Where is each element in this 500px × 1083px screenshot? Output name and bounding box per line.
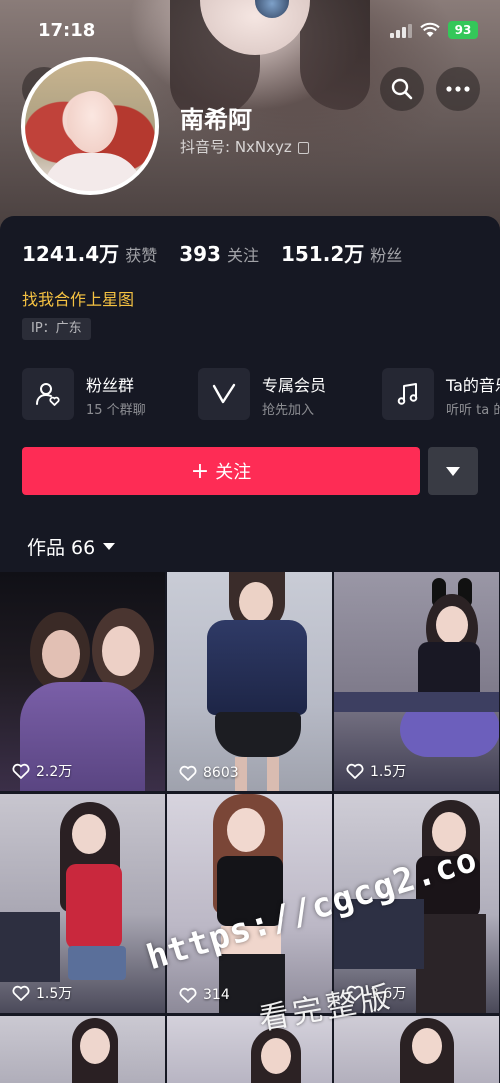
stat-likes-label: 获赞 xyxy=(125,246,158,265)
video-likes-count: 314 xyxy=(203,987,230,1003)
video-thumbnail[interactable]: 1.5万 xyxy=(334,572,499,791)
video-likes: 1.5万 xyxy=(12,983,72,1003)
heart-icon xyxy=(12,763,30,779)
video-likes: 8603 xyxy=(179,765,239,781)
stat-followers[interactable]: 151.2万 粉丝 xyxy=(281,238,402,267)
feature-music-title: Ta的音乐 xyxy=(446,376,500,395)
music-note-icon xyxy=(382,368,434,420)
stat-likes-value: 1241.4万 xyxy=(22,242,120,266)
avatar[interactable] xyxy=(21,57,159,195)
avatar-body xyxy=(43,153,143,191)
search-icon xyxy=(391,78,413,100)
douyin-id[interactable]: 抖音号: NxNxyz xyxy=(180,136,309,157)
stat-following-value: 393 xyxy=(179,242,221,266)
tab-works[interactable]: 作品 66 xyxy=(27,533,116,560)
profile-stats: 1241.4万 获赞 393 关注 151.2万 粉丝 xyxy=(22,238,424,267)
video-likes-count: 1.5万 xyxy=(36,986,73,1002)
heart-icon xyxy=(179,765,197,781)
heart-icon xyxy=(12,985,30,1001)
wifi-icon xyxy=(420,22,440,37)
video-thumbnail[interactable]: 1.5万 xyxy=(0,794,165,1013)
video-likes: 314 xyxy=(179,987,230,1003)
video-likes: 1.5万 xyxy=(346,761,406,781)
status-time: 17:18 xyxy=(38,20,96,41)
feature-fan-group-title: 粉丝群 xyxy=(86,376,135,395)
copy-icon[interactable] xyxy=(297,141,309,154)
triangle-down-icon xyxy=(446,466,460,476)
follow-button-label: 关注 xyxy=(215,462,252,483)
video-grid: 2.2万 8603 1.5万 1.5万 314 3.6万 xyxy=(0,572,500,1083)
feature-shortcuts: 粉丝群 15 个群聊 专属会员 抢先加入 Ta的音乐 听听 ta 的 xyxy=(22,366,500,422)
douyin-id-text: 抖音号: NxNxyz xyxy=(180,138,292,156)
heart-icon xyxy=(179,987,197,1003)
battery-icon: 93 xyxy=(448,21,478,39)
feature-membership-subtitle: 抢先加入 xyxy=(262,403,315,418)
status-bar: 17:18 93 xyxy=(0,0,500,60)
feature-fan-group-subtitle: 15 个群聊 xyxy=(86,403,146,418)
caret-down-icon xyxy=(103,543,116,550)
tab-works-label: 作品 66 xyxy=(27,537,96,559)
fan-group-icon xyxy=(22,368,74,420)
search-button[interactable] xyxy=(380,67,424,111)
profile-name: 南希阿 xyxy=(180,106,252,134)
recommend-dropdown-button[interactable] xyxy=(428,447,478,495)
video-likes-count: 2.2万 xyxy=(36,764,73,780)
stat-likes[interactable]: 1241.4万 获赞 xyxy=(22,238,157,267)
video-likes-count: 1.5万 xyxy=(370,764,407,780)
membership-v-icon xyxy=(198,368,250,420)
video-thumbnail[interactable]: 2.2万 xyxy=(0,572,165,791)
plus-icon: + xyxy=(190,458,210,484)
stat-following-label: 关注 xyxy=(226,246,259,265)
ip-location-tag: IP：广东 xyxy=(22,318,91,340)
feature-music-subtitle: 听听 ta 的 xyxy=(446,403,500,418)
profile-panel: 1241.4万 获赞 393 关注 151.2万 粉丝 找我合作上星图 IP：广… xyxy=(0,216,500,576)
stat-followers-value: 151.2万 xyxy=(280,242,365,266)
stat-followers-label: 粉丝 xyxy=(370,246,403,265)
cellular-signal-icon xyxy=(390,24,412,38)
heart-icon xyxy=(346,763,364,779)
more-options-button[interactable] xyxy=(436,67,480,111)
video-thumbnail[interactable]: 8603 xyxy=(167,572,332,791)
follow-button[interactable]: + 关注 xyxy=(22,447,420,495)
stat-following[interactable]: 393 关注 xyxy=(179,242,259,266)
video-thumbnail[interactable] xyxy=(0,1016,165,1083)
avatar-face xyxy=(67,91,117,153)
profile-bio: 找我合作上星图 xyxy=(22,290,135,309)
more-dots-icon xyxy=(446,86,470,92)
video-likes: 2.2万 xyxy=(12,761,72,781)
video-thumbnail[interactable] xyxy=(334,1016,499,1083)
video-likes-count: 8603 xyxy=(203,765,239,781)
feature-membership-title: 专属会员 xyxy=(262,376,327,395)
